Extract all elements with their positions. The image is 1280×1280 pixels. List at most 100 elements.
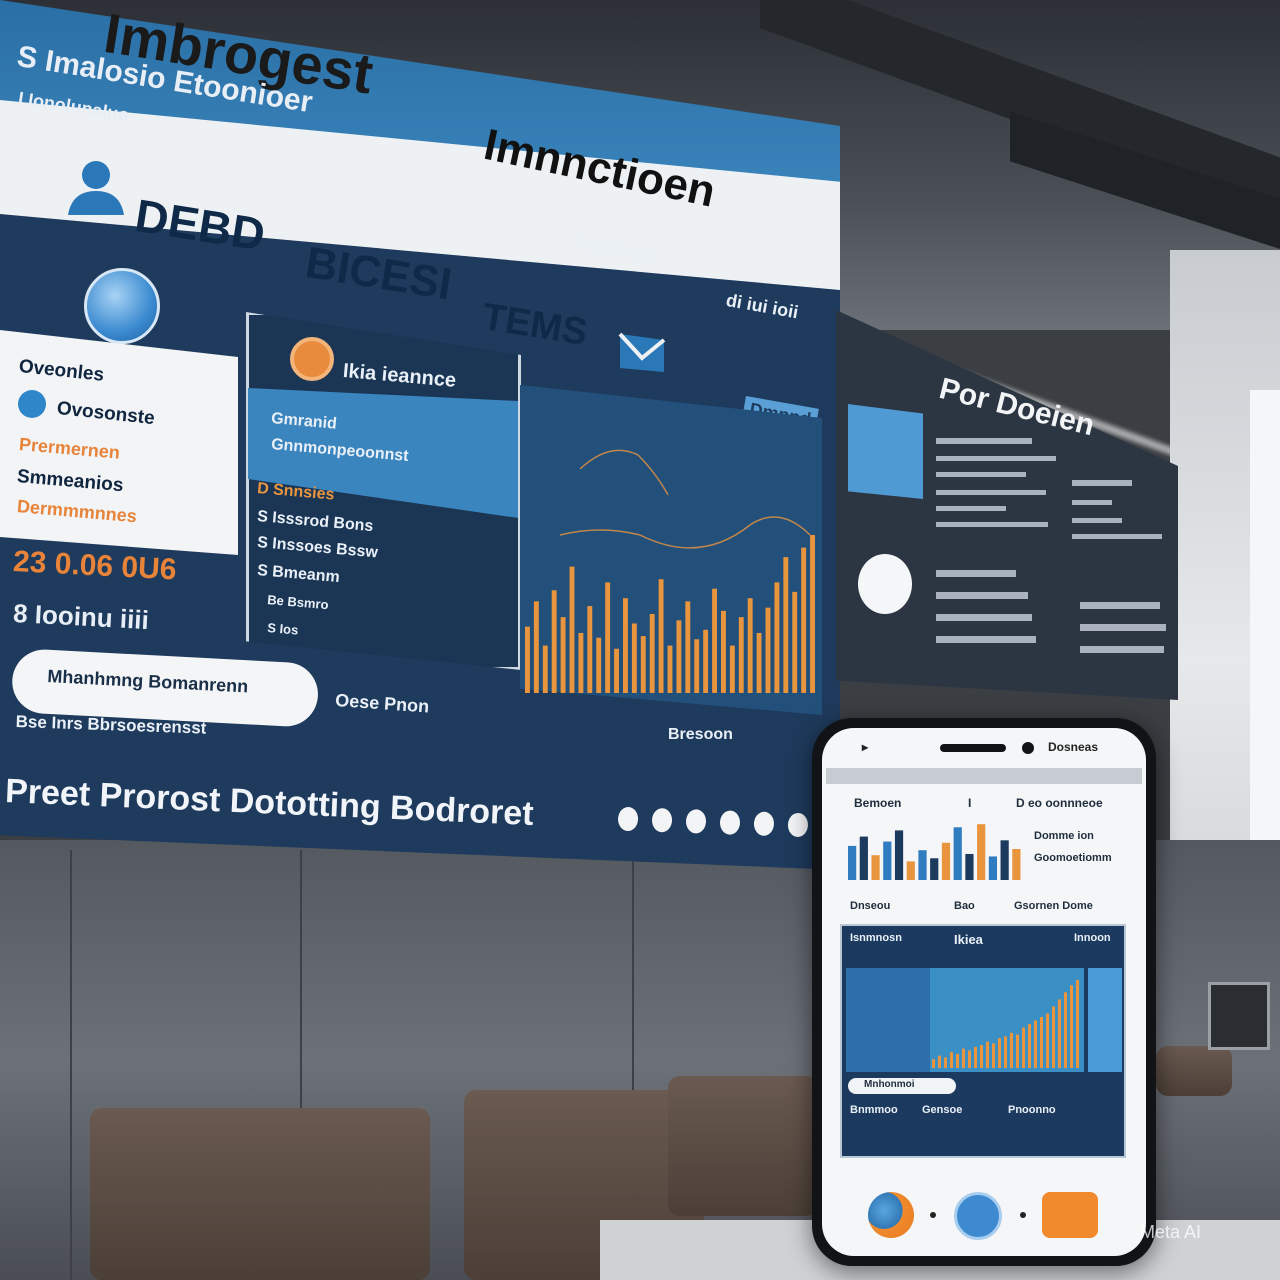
chart-bar [1064, 992, 1067, 1068]
phone-label: Gsornen Dome [1014, 900, 1093, 912]
chart-bar [1000, 840, 1009, 880]
chart-bar [756, 632, 762, 693]
chart-bar [918, 850, 927, 880]
watermark: Meta AI [1140, 1222, 1202, 1242]
coin-icon [290, 337, 334, 381]
mail-icon [618, 332, 666, 372]
chart-bar [551, 590, 557, 693]
wall-bar-chart [525, 449, 815, 693]
phone-label: Dnseou [850, 900, 891, 912]
mid-panel-row: S Ios [266, 620, 299, 638]
chart-bar [859, 836, 868, 880]
phone-growth-chart [930, 968, 1084, 1072]
phone-card-label: Pnoonno [1008, 1104, 1056, 1116]
chart-bar [1010, 1032, 1013, 1068]
chart-bar [533, 601, 539, 693]
chair [1156, 1046, 1232, 1096]
phone-side-label: Goomoetiomm [1034, 852, 1112, 864]
chart-bar [1028, 1024, 1031, 1068]
chart-bar [605, 582, 611, 693]
chart-bar [988, 856, 998, 880]
chart-bar [614, 648, 619, 693]
chart-bar [1022, 1027, 1025, 1068]
chart-bar [578, 632, 584, 693]
chart-bar [1034, 1020, 1037, 1068]
chart-bar [871, 855, 880, 880]
chart-bar [525, 626, 530, 693]
phone-pill-label: Mnhonmoi [864, 1079, 915, 1090]
chart-bar [950, 1052, 953, 1068]
secondary-display-text-lines [936, 438, 1166, 653]
chart-bar [694, 639, 700, 693]
chart-bar [848, 845, 857, 880]
app-icon[interactable] [1042, 1192, 1098, 1238]
phone-speaker [940, 744, 1006, 752]
globe-icon [84, 268, 160, 344]
chart-bar [774, 582, 780, 693]
chart-bar [992, 1043, 995, 1068]
phone-side-label: Domme ion [1034, 830, 1094, 842]
chart-bar [1046, 1013, 1049, 1068]
phone-bar-chart [848, 824, 1021, 880]
chart-bar [676, 620, 682, 693]
carousel-dot [719, 810, 741, 835]
chart-bar [965, 853, 974, 880]
chart-bar [1052, 1006, 1055, 1068]
chart-bar [596, 637, 602, 693]
chart-bar [640, 636, 646, 693]
chart-bar [1076, 980, 1079, 1068]
phone-label: Bemoen [854, 796, 902, 810]
phone-header-bar [826, 768, 1142, 784]
chart-bar [721, 610, 726, 693]
chart-bar [986, 1041, 989, 1068]
phone-card-label: Bnmmoo [850, 1104, 898, 1116]
phone-card-list [846, 968, 932, 1072]
chart-bar [765, 607, 771, 693]
chart-bar [738, 617, 744, 693]
app-icon[interactable] [954, 1192, 1002, 1240]
carousel-dot [617, 806, 639, 832]
user-icon [68, 161, 124, 215]
chart-bar [883, 841, 892, 880]
chart-bar [587, 606, 593, 693]
secondary-display-tile [848, 404, 923, 499]
chart-bar [1016, 1034, 1019, 1068]
app-icon[interactable] [868, 1192, 914, 1238]
chart-bar [712, 588, 717, 693]
status-dot-icon [18, 390, 46, 418]
chart-bar [560, 617, 566, 693]
secondary-display-badge [858, 554, 912, 614]
chart-bar [968, 1050, 971, 1068]
chart-bar [569, 566, 575, 693]
chart-bar [1040, 1016, 1043, 1068]
phone-status-text: Dosneas [1048, 740, 1099, 754]
chart-bar [703, 629, 709, 693]
dock-separator [1020, 1212, 1026, 1218]
phone-card-label: Gensoe [922, 1104, 963, 1116]
trend-line [559, 449, 811, 549]
chair [90, 1108, 430, 1280]
phone-camera [1022, 742, 1034, 754]
chart-bar [783, 557, 789, 693]
chart-bar [906, 861, 915, 880]
chart-bar [956, 1053, 959, 1068]
phone-status-signal-icon: ▸ [862, 740, 869, 754]
phone-card-sidebar [1088, 968, 1122, 1072]
chart-bar [1058, 999, 1061, 1068]
chart-bar [930, 858, 939, 880]
phone-card-label: Isnmnosn [850, 932, 902, 944]
chart-bar [792, 591, 798, 693]
carousel-dot [651, 807, 673, 833]
carousel-dot [787, 812, 809, 838]
chart-bar [953, 827, 962, 880]
chart-bar [649, 614, 655, 693]
desk-monitor [1208, 982, 1270, 1050]
phone-label: D eo oonnneoe [1016, 796, 1103, 810]
carousel-dot [685, 809, 707, 834]
chart-bar [658, 579, 664, 693]
chart-bar [977, 824, 986, 880]
chart-bar [729, 645, 735, 693]
chart-bar [542, 645, 548, 693]
chart-bar [941, 842, 951, 880]
chart-bar [747, 598, 753, 693]
